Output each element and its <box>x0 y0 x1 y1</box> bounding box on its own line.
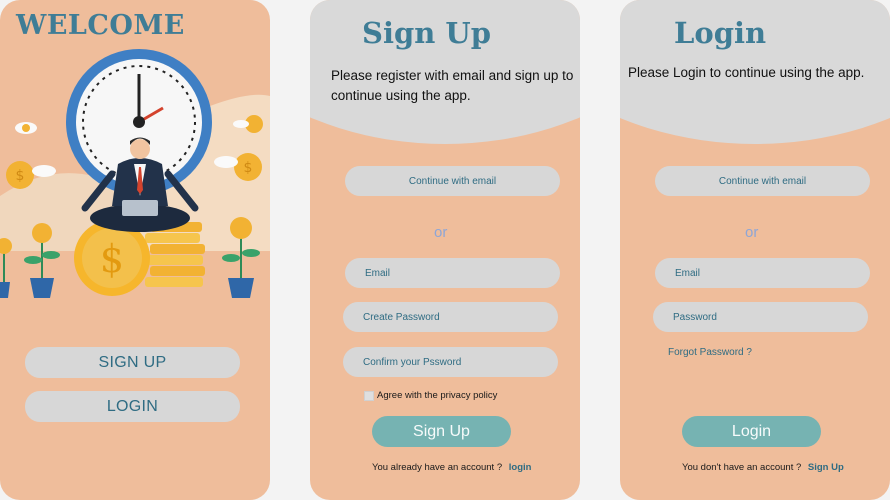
svg-text:$: $ <box>100 237 124 281</box>
welcome-signup-button[interactable]: SIGN UP <box>25 347 240 378</box>
continue-with-email-button[interactable]: Continue with email <box>655 166 870 196</box>
welcome-title: WELCOME <box>16 10 185 41</box>
password-field[interactable]: Password <box>653 302 868 332</box>
email-field[interactable]: Email <box>345 258 560 288</box>
login-intro: Please Login to continue using the app. <box>628 65 865 80</box>
login-footer-text: You don't have an account ? <box>682 462 802 473</box>
privacy-policy-label: Agree with the privacy policy <box>377 390 498 401</box>
or-divider: or <box>745 224 759 241</box>
welcome-login-button[interactable]: LOGIN <box>25 391 240 422</box>
signup-footer: You already have an account ? login <box>372 462 531 473</box>
login-title: Login <box>674 16 767 50</box>
signup-footer-text: You already have an account ? <box>372 462 503 473</box>
forgot-password-link[interactable]: Forgot Password ? <box>668 347 752 358</box>
email-field[interactable]: Email <box>655 258 870 288</box>
signup-link[interactable]: Sign Up <box>808 462 844 473</box>
welcome-screen: WELCOME $ $ $ SIGN UP LOGIN <box>0 0 270 500</box>
create-password-field[interactable]: Create Password <box>343 302 558 332</box>
hero-illustration: $ $ $ <box>0 49 270 298</box>
signup-intro: Please register with email and sign up t… <box>331 68 574 103</box>
confirm-password-field[interactable]: Confirm your Pssword <box>343 347 558 377</box>
privacy-checkbox[interactable] <box>364 391 374 401</box>
svg-text:$: $ <box>16 168 25 184</box>
login-screen: Login Please Login to continue using the… <box>620 0 890 500</box>
coin-icon <box>15 122 37 134</box>
or-divider: or <box>434 224 448 241</box>
signup-screen: Sign Up Please register with email and s… <box>310 0 580 500</box>
login-link[interactable]: login <box>509 462 532 473</box>
continue-with-email-button[interactable]: Continue with email <box>345 166 560 196</box>
signup-title: Sign Up <box>362 16 491 50</box>
login-footer: You don't have an account ? Sign Up <box>682 462 844 473</box>
signup-submit-button[interactable]: Sign Up <box>372 416 511 447</box>
svg-text:$: $ <box>244 160 253 176</box>
login-submit-button[interactable]: Login <box>682 416 821 447</box>
